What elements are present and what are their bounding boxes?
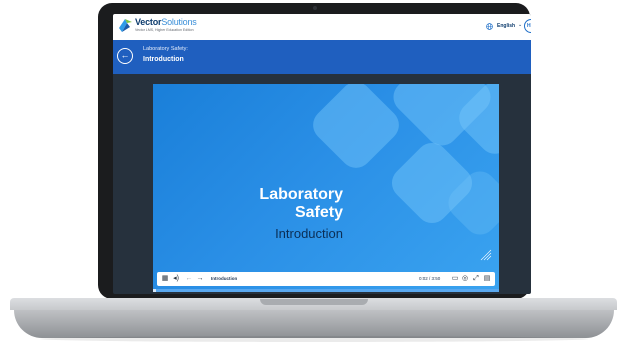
globe-icon[interactable] [486, 23, 493, 30]
next-arrow-icon[interactable]: → [196, 275, 204, 283]
app-header: VectorSolutions Vector LMS, Higher Educa… [113, 14, 531, 40]
globe-icon[interactable]: ◎ [461, 275, 469, 283]
corner-decoration-icon [480, 249, 492, 261]
progress-track[interactable] [153, 289, 499, 292]
fullscreen-icon[interactable]: ⤢ [472, 275, 480, 283]
laptop-hinge-slot [260, 299, 368, 305]
slide-subtitle: Introduction [275, 226, 343, 241]
laptop-base-bottom [14, 310, 614, 338]
user-avatar[interactable]: HE [524, 19, 531, 33]
brand-tagline: Vector LMS, Higher Education Edition [135, 28, 194, 32]
brand-logo-text: VectorSolutions [135, 17, 197, 27]
laptop-shadow [40, 336, 588, 342]
captions-icon[interactable]: ▭ [451, 275, 459, 283]
course-title-bar: ← Laboratory Safety: Introduction [113, 40, 531, 74]
transcript-icon[interactable]: ▤ [483, 275, 491, 283]
language-selector[interactable]: English [497, 23, 515, 29]
audio-icon[interactable]: ◂) [172, 275, 180, 283]
chevron-down-icon[interactable]: ⌄ [518, 22, 522, 28]
laptop-mockup: VectorSolutions Vector LMS, Higher Educa… [0, 0, 627, 346]
webcam [313, 6, 317, 10]
course-title: Laboratory Safety: [143, 46, 188, 52]
section-title: Introduction [143, 56, 184, 63]
chapter-title: Introduction [211, 276, 238, 281]
decor-tile [306, 84, 406, 175]
prev-arrow-icon[interactable]: ← [185, 275, 193, 283]
video-player[interactable]: Laboratory Safety Introduction ▦ ◂) ← → … [153, 84, 499, 292]
progress-fill [153, 289, 157, 292]
vector-logo-icon [119, 19, 132, 32]
player-control-bar: ▦ ◂) ← → Introduction 0:02 / 3:50 ▭ ◎ ⤢ … [157, 272, 495, 286]
playback-time: 0:02 / 3:50 [419, 276, 441, 281]
slide-title: Laboratory Safety [259, 186, 343, 221]
laptop-screen: VectorSolutions Vector LMS, Higher Educa… [113, 14, 531, 294]
grid-menu-icon[interactable]: ▦ [161, 275, 169, 283]
back-arrow-icon[interactable]: ← [117, 48, 133, 64]
